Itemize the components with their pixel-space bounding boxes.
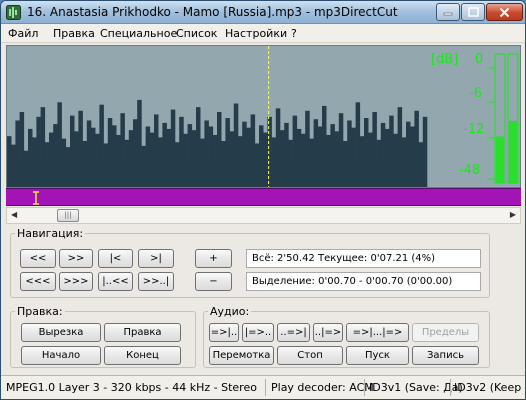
- nav-to-start-button[interactable]: |..<<: [98, 272, 133, 291]
- play-after-end-button[interactable]: ..|=>: [313, 323, 343, 342]
- app-window: 16. Anastasia Prikhodko - Mamo [Russia].…: [0, 0, 526, 400]
- selection-info: Выделение: 0'00.70 - 0'00.70 (0'00.00): [246, 272, 481, 291]
- play-selection-start-button[interactable]: |=>..: [242, 323, 274, 342]
- minimize-button[interactable]: [436, 3, 460, 21]
- status-format: MPEG1.0 Layer 3 - 320 kbps - 44 kHz - St…: [6, 381, 257, 394]
- limits-button[interactable]: Пределы: [412, 323, 479, 342]
- menu-edit[interactable]: Правка: [53, 27, 95, 40]
- cut-button[interactable]: Вырезка: [21, 323, 101, 342]
- text-cursor-icon: [33, 191, 39, 205]
- start-button[interactable]: Начало: [21, 346, 101, 365]
- play-from-start-button[interactable]: =>|..: [209, 323, 239, 342]
- nav-fast-back-button[interactable]: <<<: [20, 272, 56, 291]
- status-decoder: Play decoder: ACM: [271, 381, 374, 394]
- menu-file[interactable]: Файл: [8, 27, 38, 40]
- end-button[interactable]: Конец: [104, 346, 181, 365]
- level-meter-fill-left: [496, 136, 504, 183]
- status-divider: [265, 379, 266, 396]
- waveform-view[interactable]: [dB] 0 -6 -12 -48: [6, 45, 521, 188]
- scroll-right-icon[interactable]: ▶: [510, 210, 516, 219]
- play-button[interactable]: Пуск: [346, 346, 409, 365]
- meter-label-12: -12: [463, 122, 485, 137]
- zoom-out-button[interactable]: −: [195, 272, 232, 291]
- meter-label-0: 0: [475, 52, 484, 67]
- record-button[interactable]: Запись: [412, 346, 479, 365]
- status-divider: [364, 379, 365, 396]
- status-bar: MPEG1.0 Layer 3 - 320 kbps - 44 kHz - St…: [1, 375, 525, 399]
- status-id3v2: ID3v2 (Keep: [454, 381, 522, 394]
- play-around-cut-button[interactable]: =>|...|=>: [346, 323, 409, 342]
- audio-label: Аудио:: [210, 305, 250, 318]
- level-meter-fill-right: [509, 121, 517, 183]
- selection-bar[interactable]: [6, 188, 521, 206]
- app-icon: [6, 5, 21, 20]
- zoom-in-button[interactable]: +: [195, 249, 232, 268]
- menu-help[interactable]: ?: [291, 27, 297, 40]
- status-divider: [450, 379, 451, 396]
- stop-button[interactable]: Стоп: [277, 346, 343, 365]
- close-icon: [499, 7, 510, 17]
- edit-label: Правка:: [17, 305, 63, 318]
- nav-prev-button[interactable]: |<: [98, 249, 133, 268]
- status-id3v1: ID3v1 (Save: Да): [369, 381, 463, 394]
- menu-settings[interactable]: Настройки: [225, 27, 287, 40]
- nav-back-button[interactable]: <<: [20, 249, 56, 268]
- meter-label-6: -6: [469, 86, 482, 101]
- menu-bar: Файл Правка Специальное Список Настройки…: [1, 24, 525, 43]
- maximize-icon: [467, 7, 479, 17]
- nav-fast-forward-button[interactable]: >>>: [59, 272, 93, 291]
- rewind-button[interactable]: Перемотка: [209, 346, 274, 365]
- meter-label-48: -48: [459, 163, 481, 178]
- nav-next-button[interactable]: >|: [138, 249, 174, 268]
- maximize-button[interactable]: [461, 3, 485, 21]
- horizontal-scrollbar[interactable]: ◀ ||| ▶: [6, 207, 521, 224]
- scroll-left-icon[interactable]: ◀: [11, 210, 17, 219]
- scroll-thumb[interactable]: |||: [57, 209, 79, 222]
- menu-list[interactable]: Список: [176, 27, 217, 40]
- play-to-end-button[interactable]: ..=>|: [277, 323, 310, 342]
- edit-button[interactable]: Правка: [104, 323, 181, 342]
- menu-special[interactable]: Специальное: [100, 27, 177, 40]
- close-button[interactable]: [486, 3, 523, 21]
- minimize-icon: [443, 12, 453, 16]
- navigation-label: Навигация:: [17, 227, 84, 240]
- nav-to-end-button[interactable]: >>..|: [138, 272, 174, 291]
- waveform-graph: [7, 46, 519, 187]
- meter-unit-label: [dB]: [431, 52, 459, 67]
- title-bar[interactable]: 16. Anastasia Prikhodko - Mamo [Russia].…: [1, 1, 525, 24]
- time-info: Всё: 2'50.42 Текущее: 0'07.21 (4%): [246, 249, 481, 268]
- waveform-base: [7, 165, 427, 187]
- window-title: 16. Anastasia Prikhodko - Mamo [Russia].…: [27, 5, 398, 19]
- nav-forward-button[interactable]: >>: [59, 249, 93, 268]
